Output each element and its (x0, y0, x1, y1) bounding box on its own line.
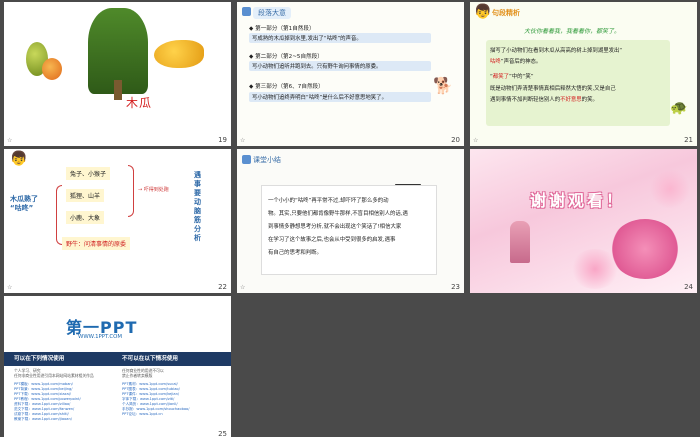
papaya-tree-image (88, 8, 148, 100)
thanks-banner: 谢谢观看！ (530, 191, 626, 210)
slide-thumbnail-22[interactable]: 👦 木瓜熟了 “咕咚” 兔子、小猴子 狐狸、山羊 小鹿、大象 → 吓得到处跑 野牛… (4, 149, 231, 293)
resource-link[interactable]: PPT论坛：www.1ppt.cn (122, 412, 189, 417)
slide-transition-icon[interactable]: ☆ (473, 137, 478, 144)
mindmap-item: 兔子、小猴子 (66, 167, 111, 180)
slide-transition-icon[interactable]: ☆ (240, 284, 245, 291)
forbidden-heading: 不可以在以下情况使用 (122, 356, 178, 362)
summary-line: 有自己的思考和判断。 (268, 250, 322, 256)
part-desc: 写小动物们追听并跑到去。只有野牛询问事情的原委。 (249, 61, 431, 71)
allowed-heading: 可以在下列情况使用 (14, 356, 65, 362)
analysis-line: 既是动物们弄清楚事情真相后释然大悟的笑,又是自己 (490, 86, 616, 92)
slide-number: 25 (218, 430, 227, 437)
usage-header-band: 可以在下列情况使用 不可以在以下情况使用 (4, 352, 231, 366)
flower-cluster (570, 249, 620, 289)
resource-link[interactable]: 教案下载：www.1ppt.com/jiaoan/ (14, 417, 81, 422)
flower-cluster (610, 219, 680, 279)
summary-box: 一个小小的“咕咚”再平常不过,却吓坏了那么多的动 物。其实,只要他们都肯像野牛那… (261, 185, 437, 275)
part-desc: 写小动物们追终弄明白“咕咚”是什么后不好意思地笑了。 (249, 92, 431, 102)
slide-number: 24 (684, 283, 693, 291)
papaya-half-image (42, 58, 62, 80)
slide-title: 木瓜 (126, 96, 153, 110)
slide-transition-icon[interactable]: ☆ (240, 137, 245, 144)
turtle-illustration-icon: 🐢 (670, 100, 688, 116)
slide-header: 段落大意 (253, 7, 291, 19)
slide-number: 20 (451, 136, 460, 144)
logo-area: 第一PPT WWW.1PPT.COM (4, 296, 231, 358)
analysis-line: 咕咚”声音后的神态。 (490, 59, 542, 65)
slide-thumbnail-24[interactable]: 谢谢观看！ 24 (470, 149, 697, 293)
link-list-left: PPT模板：www.1ppt.com/moban/ PPT背景：www.1ppt… (14, 382, 81, 422)
mindmap-brace (128, 165, 134, 217)
summary-line: 一个小小的“咕咚”再平常不过,却吓坏了那么多的动 (268, 198, 389, 204)
part-label: ◆ 第三部分（第6、7自然段） (249, 84, 324, 90)
mindmap-item: 小鹿、大象 (66, 211, 105, 224)
part-label: ◆ 第二部分（第2~5自然段） (249, 54, 323, 60)
slide-header: 课堂小结 (253, 156, 281, 164)
mindmap-root: 木瓜熟了 “咕咚” (10, 195, 38, 212)
mindmap-conclusion: 遇事要动脑筋分析 (194, 171, 201, 242)
site-url: WWW.1PPT.COM (78, 334, 123, 340)
forbidden-note: 禁止作者转卖模版 (122, 373, 153, 378)
part-desc: 写成熟的木瓜掉到水里,发出了“咕咚”的声音。 (249, 33, 431, 43)
slide-transition-icon[interactable]: ☆ (7, 137, 12, 144)
slide-number: 21 (684, 136, 693, 144)
slide-thumbnail-20[interactable]: 段落大意 ◆ 第一部分（第1自然段） 写成熟的木瓜掉到水里,发出了“咕咚”的声音… (237, 2, 464, 146)
link-list-right: PPT素材：www.1ppt.com/sucai/ PPT图表：www.1ppt… (122, 382, 189, 417)
mindmap-item: 狐狸、山羊 (66, 189, 105, 202)
slide-thumbnail-21[interactable]: 👦 句段精析 大伙你看看我，我看看你，都笑了。 描写了小动物们在看到木瓜从高高的… (470, 2, 697, 146)
section-icon (242, 7, 251, 16)
allowed-note: 任何非商业性用途引用本网站网站素材相关作品 (14, 373, 94, 378)
dog-illustration-icon: 🐕 (433, 76, 453, 95)
slide-transition-icon[interactable]: ☆ (7, 284, 12, 291)
section-icon (242, 155, 251, 164)
slide-thumbnail-23[interactable]: 课堂小结 一个小小的“咕咚”再平常不过,却吓坏了那么多的动 物。其实,只要他们都… (237, 149, 464, 293)
mindmap-yeniu: 野牛：问清事情的原委 (62, 237, 131, 250)
summary-line: 到事情多静想思考分析,就不会出现这个笑话了!相信大家 (268, 224, 402, 230)
child-illustration-icon: 👦 (474, 4, 492, 20)
part-label: ◆ 第一部分（第1自然段） (249, 26, 315, 32)
analysis-line: “都笑了”中的“笑” (490, 74, 534, 80)
mindmap-arrow: → 吓得到处跑 (138, 187, 169, 193)
quote-text: 大伙你看看我，我看看你，都笑了。 (524, 28, 621, 35)
summary-line: 物。其实,只要他们都肯像野牛那样,不盲目相信别人的话,遇 (268, 211, 408, 217)
summary-line: 在学习了这个故事之后,也会从中受到很多的启发,遇事 (268, 237, 396, 243)
slide-header: 句段精析 (492, 9, 520, 17)
child-illustration-icon: 👦 (10, 151, 28, 167)
girl-illustration (510, 221, 530, 263)
analysis-line: 描写了小动物们在看到木瓜从高高的树上掉到湖里发出“ (490, 48, 623, 54)
mindmap-brace (56, 185, 62, 245)
slide-thumbnail-19[interactable]: 木瓜 ☆ 19 (4, 2, 231, 146)
slide-thumbnail-25[interactable]: 第一PPT WWW.1PPT.COM 可以在下列情况使用 不可以在以下情况使用 … (4, 296, 231, 437)
slide-number: 19 (218, 136, 227, 144)
slide-number: 22 (218, 283, 227, 291)
flower-cluster (650, 169, 690, 209)
slide-number: 23 (451, 283, 460, 291)
ripe-papaya-image (154, 40, 204, 68)
analysis-line: 遇到事情不加判断轻信别人的不好意思的笑。 (490, 97, 598, 103)
